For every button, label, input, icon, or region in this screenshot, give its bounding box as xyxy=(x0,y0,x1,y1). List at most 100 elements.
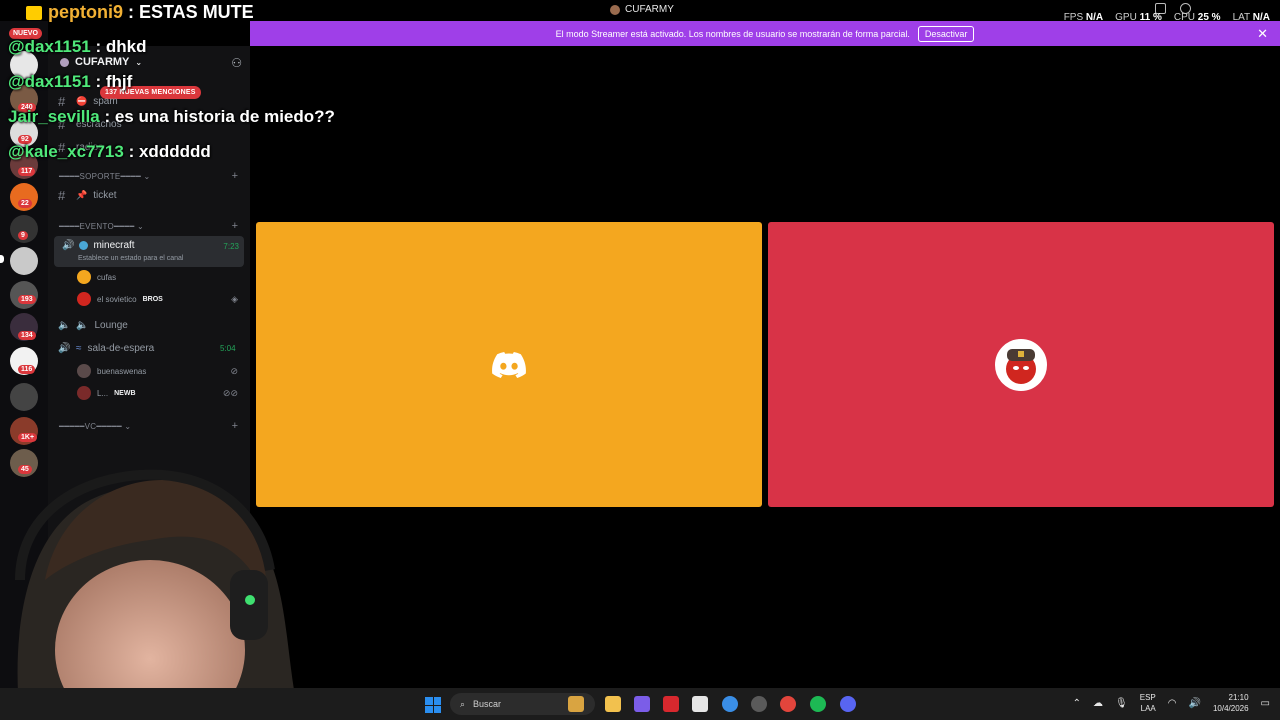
search-placeholder: Buscar xyxy=(473,699,502,709)
webcam-overlay xyxy=(15,469,300,720)
server-title-text: CUFARMY xyxy=(625,4,674,15)
add-member-icon[interactable]: ⚇ xyxy=(231,56,242,70)
add-channel-icon[interactable]: + xyxy=(232,170,238,182)
server-icon[interactable] xyxy=(10,383,38,411)
unread-pip xyxy=(0,255,4,263)
chat-text: : dhkd xyxy=(95,37,147,56)
avatar xyxy=(77,270,91,284)
deafened-icon: ⊘⊘ xyxy=(222,388,238,398)
mention-count: 193 xyxy=(18,295,36,304)
server-icon[interactable] xyxy=(10,247,38,275)
mic-icon[interactable]: 🎙 xyxy=(1115,698,1128,709)
member-name: el sovietico xyxy=(97,294,137,304)
chrome-icon[interactable] xyxy=(722,696,738,712)
channel-name: Lounge xyxy=(94,320,128,331)
chat-user: @kale_xc7713 xyxy=(8,142,124,161)
speaker-icon: 🔊 xyxy=(58,343,71,354)
windows-start-icon[interactable] xyxy=(425,697,441,713)
language-indicator[interactable]: ESP LAA xyxy=(1140,692,1156,714)
pin-icon: 📌 xyxy=(76,190,88,200)
member-name: L... xyxy=(97,388,109,398)
voice-member-cufas[interactable]: cufas xyxy=(77,270,116,284)
obs-icon[interactable] xyxy=(751,696,767,712)
server-icon xyxy=(60,57,69,67)
system-tray: ⌃ ☁ 🎙 ESP LAA ◠ 🔊 21:10 10/4/2026 ▭ xyxy=(1073,692,1270,714)
onedrive-icon[interactable]: ☁ xyxy=(1093,698,1103,709)
no-entry-icon: ⛔ xyxy=(76,96,88,106)
voice-member-l[interactable]: L... NEWB xyxy=(77,386,136,400)
widget-icon[interactable] xyxy=(568,696,584,712)
member-tag: NEWB xyxy=(114,389,136,397)
title-text: : ESTAS MUTE xyxy=(128,2,254,22)
channel-status[interactable]: Establece un estado para el canal xyxy=(78,255,183,262)
wps-office-icon[interactable] xyxy=(663,696,679,712)
avatar xyxy=(77,364,91,378)
wifi-icon[interactable]: ◠ xyxy=(1168,698,1177,709)
channel-name: spam xyxy=(93,96,118,107)
server-header[interactable]: CUFARMY ⌄ xyxy=(60,56,142,68)
mention-count: 22 xyxy=(18,199,32,208)
mention-count: 117 xyxy=(18,167,36,176)
chevron-up-icon[interactable]: ⌃ xyxy=(1073,698,1081,709)
lang-bottom: LAA xyxy=(1140,704,1156,713)
file-explorer-icon[interactable] xyxy=(605,696,621,712)
voice-timer: 5:04 xyxy=(220,344,236,353)
notification-icon[interactable]: ▭ xyxy=(1261,698,1270,709)
stream-title-overlay: peptoni9 : ESTAS MUTE xyxy=(0,0,254,25)
channel-name: minecraft xyxy=(93,240,135,251)
lang-top: ESP xyxy=(1139,693,1156,702)
discord-icon[interactable] xyxy=(840,696,856,712)
globe-icon xyxy=(79,241,89,250)
spotify-icon[interactable] xyxy=(810,696,826,712)
video-tile-el-sovietico[interactable] xyxy=(768,222,1274,507)
voice-member-el-sovietico[interactable]: el sovietico BROS xyxy=(77,292,163,306)
category-soporte[interactable]: ━━━━SOPORTE━━━━ ⌄ xyxy=(59,172,151,181)
clock-date: 10/4/2026 xyxy=(1212,704,1249,713)
channel-ticket[interactable]: # 📌 ticket xyxy=(58,188,117,203)
mention-count: 116 xyxy=(18,365,36,374)
voice-channel-minecraft[interactable]: 🔊 minecraft 7:23 Establece un estado par… xyxy=(54,236,244,267)
voice-channel-header: 🔊 minecraft xyxy=(62,240,135,251)
clock[interactable]: 21:10 10/4/2026 xyxy=(1213,692,1249,714)
volume-icon[interactable]: 🔊 xyxy=(1189,698,1201,709)
store-icon[interactable] xyxy=(692,696,708,712)
voice-channel-sala-de-espera[interactable]: 🔊 ≈ sala-de-espera 5:04 xyxy=(58,343,236,354)
chat-message: @dax1151 : dhkd xyxy=(8,37,147,57)
chat-text: : es una historia de miedo?? xyxy=(104,107,335,126)
chat-user: @dax1151 xyxy=(8,72,91,91)
add-channel-icon[interactable]: + xyxy=(232,220,238,232)
member-name: buenaswenas xyxy=(97,366,147,376)
countryball-avatar-icon xyxy=(1006,348,1036,384)
discord-logo-icon xyxy=(492,351,526,378)
voice-channel-lounge[interactable]: 🔈 🔈 Lounge xyxy=(58,320,128,331)
copilot-icon[interactable] xyxy=(634,696,650,712)
screen: NUEVO 240 92 117 22 9 193 134 116 1K+ 45… xyxy=(0,0,1280,720)
avatar xyxy=(77,292,91,306)
taskbar: ⌕ Buscar ⌃ ☁ 🎙 ESP LAA ◠ 🔊 21:10 10/4/20… xyxy=(0,688,1280,720)
wave-icon: ≈ xyxy=(76,343,82,354)
chat-text: : xdddddd xyxy=(128,142,211,161)
crown-icon xyxy=(26,5,42,20)
channel-name: sala-de-espera xyxy=(87,343,155,354)
banner-text: El modo Streamer está activado. Los nomb… xyxy=(555,28,910,39)
browser-icon[interactable] xyxy=(780,696,796,712)
chevron-down-icon: ⌄ xyxy=(135,57,143,67)
channel-name: ticket xyxy=(93,190,117,201)
category-evento[interactable]: ━━━━EVENTO━━━━ ⌄ xyxy=(59,222,144,231)
category-label: SOPORTE xyxy=(79,172,121,181)
deactivate-button[interactable]: Desactivar xyxy=(917,25,975,42)
voice-member-buenaswenas[interactable]: buenaswenas xyxy=(77,364,146,378)
avatar xyxy=(77,386,91,400)
close-icon[interactable]: ✕ xyxy=(1257,26,1268,42)
hash-icon: # xyxy=(58,188,66,203)
member-tag: BROS xyxy=(142,295,163,303)
server-icon xyxy=(610,4,620,15)
video-tile-cufas[interactable] xyxy=(256,222,762,507)
mention-count: 9 xyxy=(18,231,28,240)
chat-text: : fhjf xyxy=(95,72,133,91)
video-stage xyxy=(250,46,1280,691)
chat-user: Jair_sevilla xyxy=(8,107,100,126)
speaker-icon: 🔈 xyxy=(76,320,89,331)
mention-count: 134 xyxy=(18,331,36,340)
mic-muted-icon: ⊘ xyxy=(230,366,238,376)
